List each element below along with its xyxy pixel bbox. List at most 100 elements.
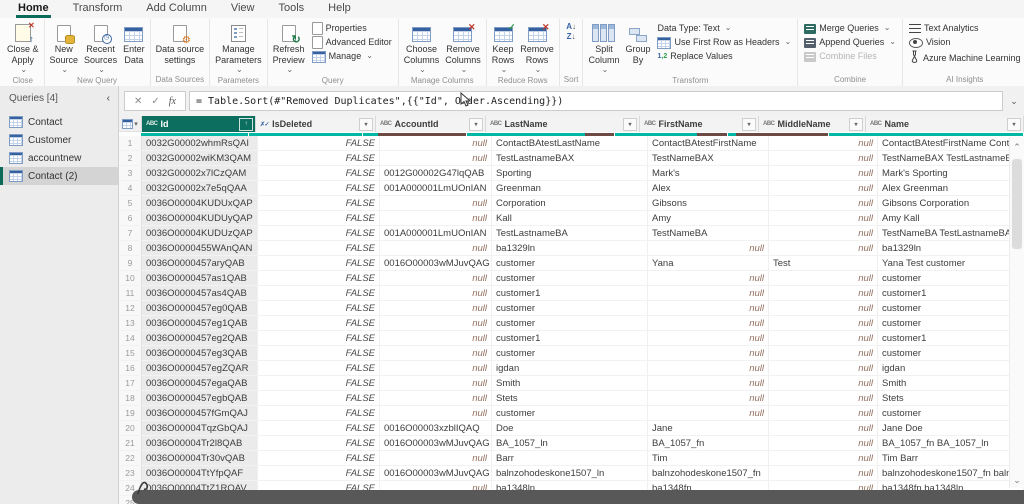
remove-rows-button[interactable]: ✕ RemoveRows xyxy=(517,19,557,75)
row-number[interactable]: 17 xyxy=(119,376,142,390)
query-item-contact-2[interactable]: Contact (2) xyxy=(0,167,118,185)
row-number[interactable]: 9 xyxy=(119,256,142,270)
row-number[interactable]: 15 xyxy=(119,346,142,360)
table-cell[interactable]: Corporation xyxy=(492,196,648,210)
table-cell[interactable]: balnzohodeskone1507_fn xyxy=(648,466,769,480)
table-cell[interactable]: FALSE xyxy=(258,376,380,390)
table-cell[interactable]: 0016O00003wMJuvQAG xyxy=(380,466,492,480)
query-item-customer[interactable]: Customer xyxy=(0,131,118,149)
sort-ascending-indicator[interactable]: ↑ xyxy=(239,118,253,131)
table-cell[interactable]: Smith xyxy=(878,376,1024,390)
row-number[interactable]: 14 xyxy=(119,331,142,345)
row-number[interactable]: 19 xyxy=(119,406,142,420)
table-cell[interactable]: customer xyxy=(492,406,648,420)
column-filter-button[interactable]: ▾ xyxy=(359,118,373,131)
row-number[interactable]: 5 xyxy=(119,196,142,210)
table-cell[interactable]: 0016O00003wMJuvQAG xyxy=(380,256,492,270)
sort-descending-button[interactable]: Z↓ xyxy=(563,32,580,42)
combine-files-button[interactable]: Combine Files xyxy=(802,50,898,63)
query-item-contact[interactable]: Contact xyxy=(0,113,118,131)
table-cell[interactable]: 0036O00004TqzGbQAJ xyxy=(142,421,258,435)
table-cell[interactable]: customer xyxy=(878,301,1024,315)
data-type-button[interactable]: Data Type: Text xyxy=(655,22,793,35)
table-cell[interactable]: Stets xyxy=(878,391,1024,405)
formula-input[interactable]: = Table.Sort(#"Removed Duplicates",{{"Id… xyxy=(189,91,1003,111)
row-number[interactable]: 4 xyxy=(119,181,142,195)
table-cell[interactable]: Doe xyxy=(492,421,648,435)
table-cell[interactable]: null xyxy=(380,151,492,165)
table-cell[interactable]: 0032G00002x7lCzQAM xyxy=(142,166,258,180)
column-filter-button[interactable]: ▾ xyxy=(469,118,483,131)
choose-columns-button[interactable]: ChooseColumns xyxy=(401,19,443,75)
table-cell[interactable]: null xyxy=(648,286,769,300)
scrollbar-thumb[interactable] xyxy=(1012,159,1022,249)
table-cell[interactable]: Stets xyxy=(492,391,648,405)
table-cell[interactable]: customer1 xyxy=(878,286,1024,300)
table-cell[interactable]: null xyxy=(380,361,492,375)
recent-sources-button[interactable]: ◷ RecentSources xyxy=(81,19,120,75)
table-cell[interactable]: null xyxy=(648,331,769,345)
table-cell[interactable]: null xyxy=(769,211,878,225)
table-cell[interactable]: Smith xyxy=(492,376,648,390)
table-cell[interactable]: null xyxy=(769,451,878,465)
table-cell[interactable]: null xyxy=(380,346,492,360)
row-number[interactable]: 11 xyxy=(119,286,142,300)
properties-button[interactable]: Properties xyxy=(310,22,394,35)
replace-values-button[interactable]: 1,2 Replace Values xyxy=(655,50,793,63)
row-number[interactable]: 18 xyxy=(119,391,142,405)
table-cell[interactable]: null xyxy=(769,271,878,285)
table-cell[interactable]: Mark's xyxy=(648,166,769,180)
row-number[interactable]: 7 xyxy=(119,226,142,240)
close-and-apply-button[interactable]: Close &Apply xyxy=(4,19,42,75)
table-cell[interactable]: Kall xyxy=(492,211,648,225)
table-cell[interactable]: FALSE xyxy=(258,316,380,330)
table-cell[interactable]: customer1 xyxy=(878,331,1024,345)
table-cell[interactable]: customer xyxy=(492,301,648,315)
table-cell[interactable]: null xyxy=(769,316,878,330)
table-cell[interactable]: TestNameBAX TestLastnameBAX xyxy=(878,151,1024,165)
table-cell[interactable]: null xyxy=(769,406,878,420)
row-number[interactable]: 2 xyxy=(119,151,142,165)
row-number[interactable]: 13 xyxy=(119,316,142,330)
row-number[interactable]: 21 xyxy=(119,436,142,450)
table-cell[interactable]: null xyxy=(648,406,769,420)
table-cell[interactable]: Greenman xyxy=(492,181,648,195)
table-cell[interactable]: null xyxy=(380,271,492,285)
table-cell[interactable]: BA_1057_fn xyxy=(648,436,769,450)
column-filter-button[interactable]: ▾ xyxy=(1007,118,1021,131)
table-cell[interactable]: FALSE xyxy=(258,361,380,375)
row-number[interactable]: 10 xyxy=(119,271,142,285)
table-cell[interactable]: 0036O0000457fGmQAJ xyxy=(142,406,258,420)
table-cell[interactable]: customer xyxy=(878,346,1024,360)
table-cell[interactable]: FALSE xyxy=(258,166,380,180)
table-cell[interactable]: FALSE xyxy=(258,136,380,150)
table-cell[interactable]: customer xyxy=(878,406,1024,420)
table-cell[interactable]: FALSE xyxy=(258,286,380,300)
table-cell[interactable]: 0036O0000457as4QAB xyxy=(142,286,258,300)
table-cell[interactable]: FALSE xyxy=(258,421,380,435)
table-cell[interactable]: Amy Kall xyxy=(878,211,1024,225)
table-cell[interactable]: FALSE xyxy=(258,406,380,420)
table-cell[interactable]: 0036O0000455WAnQAN xyxy=(142,241,258,255)
table-cell[interactable]: 0036O0000457egaQAB xyxy=(142,376,258,390)
table-cell[interactable]: 0036O0000457as1QAB xyxy=(142,271,258,285)
table-cell[interactable]: Tim xyxy=(648,451,769,465)
table-cell[interactable]: Alex xyxy=(648,181,769,195)
table-cell[interactable]: null xyxy=(769,226,878,240)
table-cell[interactable]: null xyxy=(380,211,492,225)
table-cell[interactable]: customer xyxy=(492,256,648,270)
column-filter-button[interactable]: ▾ xyxy=(742,118,756,131)
table-cell[interactable]: 0036O00004Tr2l8QAB xyxy=(142,436,258,450)
table-cell[interactable]: 0016O00003wMJuvQAG xyxy=(380,436,492,450)
table-cell[interactable]: Test xyxy=(769,256,878,270)
table-cell[interactable]: TestNameBA TestLastnameBA xyxy=(878,226,1024,240)
table-cell[interactable]: customer xyxy=(492,346,648,360)
table-cell[interactable]: null xyxy=(648,301,769,315)
table-cell[interactable]: null xyxy=(380,316,492,330)
table-cell[interactable]: null xyxy=(380,391,492,405)
row-number[interactable]: 22 xyxy=(119,451,142,465)
table-cell[interactable]: 0036O00004Tr30vQAB xyxy=(142,451,258,465)
table-cell[interactable]: 001A000001LmUOnIAN xyxy=(380,181,492,195)
formula-check-button[interactable]: ✓ xyxy=(151,96,159,107)
table-cell[interactable]: null xyxy=(769,436,878,450)
